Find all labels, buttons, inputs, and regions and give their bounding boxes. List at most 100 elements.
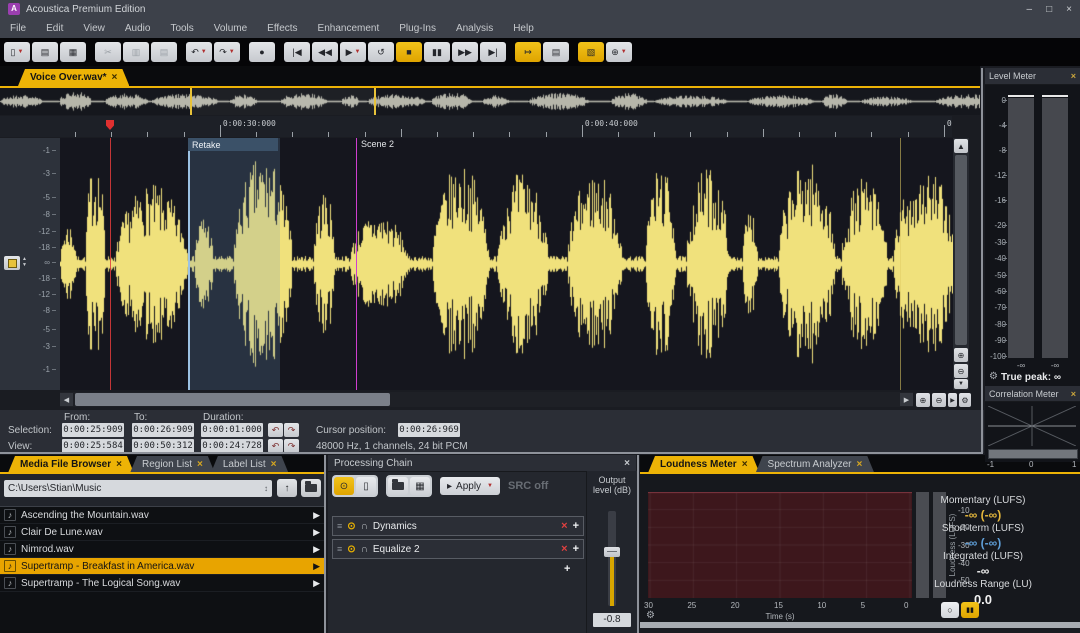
view-from-field[interactable]: 0:00:25:584 — [62, 439, 124, 453]
menu-tools[interactable]: Tools — [160, 23, 203, 34]
menu-volume[interactable]: Volume — [204, 23, 257, 34]
horizontal-splitter[interactable] — [0, 452, 982, 454]
effect-remove-icon[interactable]: × — [561, 543, 567, 555]
file-row[interactable]: ♪ Supertramp - Breakfast in America.wav ▶ — [0, 558, 324, 575]
preview-play-icon[interactable]: ▶ — [313, 527, 320, 538]
channel-gain-button[interactable] — [4, 256, 20, 270]
folder-up-button[interactable]: ↑ — [277, 479, 297, 497]
menu-audio[interactable]: Audio — [115, 23, 161, 34]
path-combobox[interactable]: C:\Users\Stian\Music ↕ — [4, 480, 272, 497]
tab-close-icon[interactable]: × — [116, 459, 122, 470]
new-dropdown-icon[interactable]: ▼ — [18, 49, 24, 55]
chain-item-equalize-2[interactable]: ≡ ⊙ ∩ Equalize 2 × + — [332, 539, 584, 559]
waveform-overview[interactable] — [0, 88, 980, 115]
tab-close-icon[interactable]: × — [271, 459, 277, 470]
editor-settings-button[interactable]: ⚙ — [959, 393, 971, 407]
chain-open-button[interactable] — [388, 477, 408, 495]
vertical-splitter[interactable] — [981, 68, 983, 454]
scrub-button[interactable]: ▧ — [578, 42, 604, 62]
apply-dropdown-icon[interactable]: ▼ — [487, 483, 493, 489]
effect-solo-icon[interactable]: ∩ — [361, 521, 368, 532]
output-level-value[interactable]: -0.8 — [593, 613, 631, 627]
tab-loudness-meter[interactable]: Loudness Meter × — [648, 456, 760, 473]
selection-undo-icon[interactable]: ↶ — [268, 423, 283, 437]
file-row[interactable]: ♪ Clair De Lune.wav ▶ — [0, 524, 324, 541]
menu-file[interactable]: File — [0, 23, 36, 34]
menu-effects[interactable]: Effects — [257, 23, 307, 34]
scroll-up-icon[interactable]: ▲ — [954, 139, 968, 153]
time-selection-button[interactable]: ↦ — [515, 42, 541, 62]
stop-button[interactable]: ■ — [396, 42, 422, 62]
play-button[interactable]: ▶ ▼ — [340, 42, 366, 62]
redo-dropdown-icon[interactable]: ▼ — [229, 49, 235, 55]
open-button[interactable]: ▤ — [32, 42, 58, 62]
zoom-in-button[interactable]: ⊕ — [916, 393, 930, 407]
level-meter-close-icon[interactable]: × — [1071, 71, 1076, 81]
combo-spinner-icon[interactable]: ↕ — [264, 484, 268, 493]
horizontal-scrollbar[interactable]: ◀ ▶ — [60, 392, 913, 407]
vertical-scrollbar[interactable]: ▲ ⊕ ⊖ ▼ — [953, 138, 969, 390]
undo-dropdown-icon[interactable]: ▼ — [201, 49, 207, 55]
tab-close-icon[interactable]: × — [742, 459, 748, 470]
time-ruler[interactable]: 0:00:30:000 0:00:40:000 0:00:50:000 — [0, 116, 952, 137]
correlation-meter-close-icon[interactable]: × — [1071, 389, 1076, 399]
loudness-pause-button[interactable]: ▮▮ — [961, 602, 979, 618]
new-button[interactable]: ▯ ▼ — [4, 42, 30, 62]
tab-close-icon[interactable]: × — [112, 72, 118, 83]
preview-play-icon[interactable]: ▶ — [313, 510, 320, 521]
tab-label-list[interactable]: Label List × — [211, 456, 289, 473]
menu-view[interactable]: View — [73, 23, 115, 34]
add-effect-button[interactable]: + — [564, 563, 570, 575]
file-row[interactable]: ♪ Nimrod.wav ▶ — [0, 541, 324, 558]
chain-save-button[interactable]: ▦ — [410, 477, 430, 495]
zoom-menu-button[interactable]: ▶ — [948, 393, 957, 407]
zoom-dropdown-icon[interactable]: ▼ — [621, 49, 627, 55]
drag-handle-icon[interactable]: ≡ — [337, 521, 342, 531]
rewind-button[interactable]: ◀◀ — [312, 42, 338, 62]
fast-forward-button[interactable]: ▶▶ — [452, 42, 478, 62]
selection-to-field[interactable]: 0:00:26:909 — [132, 423, 194, 437]
menu-analysis[interactable]: Analysis — [446, 23, 503, 34]
marker-scene2-line[interactable] — [356, 138, 357, 390]
overview-view-range[interactable] — [190, 88, 376, 115]
loudness-reset-button[interactable]: ○ — [941, 602, 959, 618]
loop-button[interactable]: ↺ — [368, 42, 394, 62]
menu-edit[interactable]: Edit — [36, 23, 73, 34]
slider-handle[interactable] — [604, 547, 620, 557]
pause-button[interactable]: ▮▮ — [424, 42, 450, 62]
minimize-button[interactable]: – — [1027, 4, 1033, 15]
scroll-right-icon[interactable]: ▶ — [900, 393, 913, 406]
effect-add-icon[interactable]: + — [573, 520, 579, 532]
chain-power-button[interactable]: ⊙ — [334, 477, 354, 495]
view-undo-icon[interactable]: ↶ — [268, 439, 283, 453]
cursor-position-field[interactable]: 0:00:26:969 — [398, 423, 460, 437]
close-button[interactable]: × — [1066, 4, 1072, 15]
preview-play-icon[interactable]: ▶ — [313, 561, 320, 572]
redo-button[interactable]: ↷ ▼ — [214, 42, 240, 62]
browse-folder-button[interactable] — [301, 479, 321, 497]
effect-solo-icon[interactable]: ∩ — [361, 544, 368, 555]
file-row[interactable]: ♪ Ascending the Mountain.wav ▶ — [0, 507, 324, 524]
tab-region-list[interactable]: Region List × — [130, 456, 215, 473]
menu-help[interactable]: Help — [503, 23, 544, 34]
effect-add-icon[interactable]: + — [573, 543, 579, 555]
chain-item-dynamics[interactable]: ≡ ⊙ ∩ Dynamics × + — [332, 516, 584, 536]
cursor-marker[interactable] — [106, 120, 114, 130]
menu-enhancement[interactable]: Enhancement — [308, 23, 390, 34]
vertical-zoom-in-icon[interactable]: ⊕ — [954, 348, 968, 362]
go-to-start-button[interactable]: |◀ — [284, 42, 310, 62]
record-button[interactable]: ● — [249, 42, 275, 62]
zoom-out-button[interactable]: ⊖ — [932, 393, 946, 407]
menu-plugins[interactable]: Plug-Ins — [389, 23, 446, 34]
play-dropdown-icon[interactable]: ▼ — [354, 49, 360, 55]
panel-splitter-1[interactable] — [324, 455, 326, 633]
region-retake-label[interactable]: Retake — [188, 138, 278, 151]
preview-play-icon[interactable]: ▶ — [313, 578, 320, 589]
selection-duration-field[interactable]: 0:00:01:000 — [201, 423, 263, 437]
gain-spinner[interactable]: ▲ ▼ — [22, 256, 27, 268]
save-button[interactable]: ▦ — [60, 42, 86, 62]
effect-power-icon[interactable]: ⊙ — [347, 544, 355, 555]
effect-chain-button[interactable]: ▤ — [543, 42, 569, 62]
tab-spectrum-analyzer[interactable]: Spectrum Analyzer × — [756, 456, 875, 473]
hscroll-thumb[interactable] — [75, 393, 390, 406]
